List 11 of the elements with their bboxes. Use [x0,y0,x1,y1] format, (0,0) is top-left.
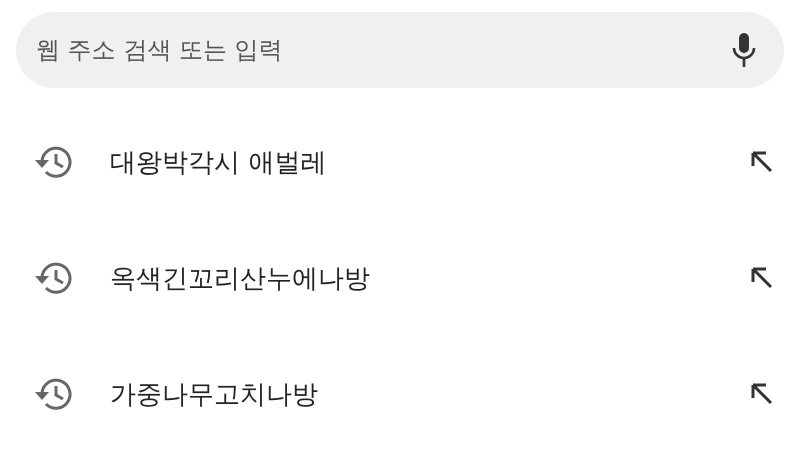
suggestion-text[interactable]: 가중나무고치나방 [110,376,750,412]
microphone-icon[interactable] [732,33,756,67]
arrow-up-left-icon[interactable] [750,266,774,290]
suggestion-text[interactable]: 옥색긴꼬리산누에나방 [110,260,750,296]
suggestion-text[interactable]: 대왕박각시 애벌레 [110,144,750,180]
history-icon [32,144,74,180]
history-icon [32,376,74,412]
history-icon [32,260,74,296]
arrow-up-left-icon[interactable] [750,150,774,174]
arrow-up-left-icon[interactable] [750,382,774,406]
search-field[interactable]: 웹 주소 검색 또는 입력 [16,12,784,88]
